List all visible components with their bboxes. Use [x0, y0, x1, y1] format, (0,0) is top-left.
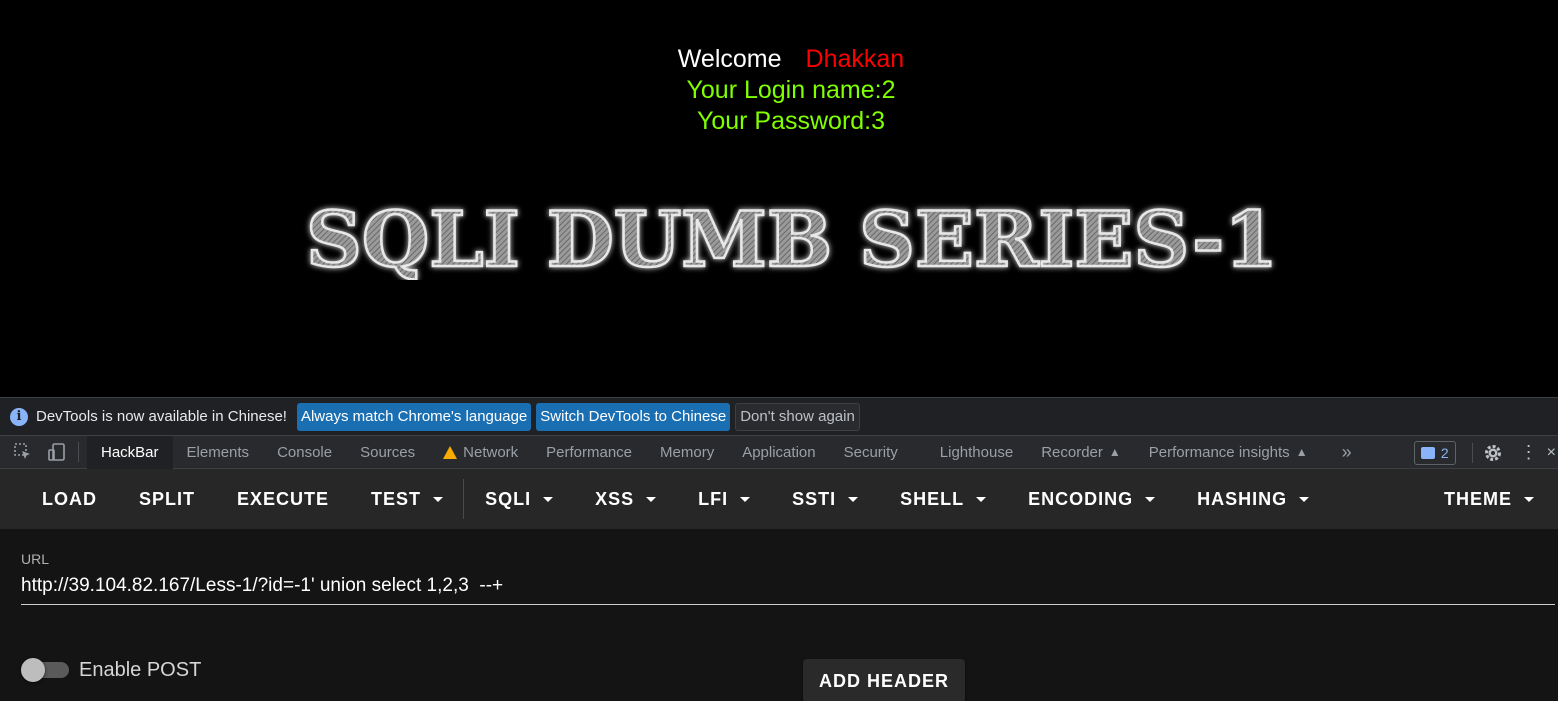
banner-title: SQLI DUMB SERIES-1: [300, 196, 1285, 280]
devtools-tabbar: HackBar Elements Console Sources Network…: [0, 435, 1558, 469]
tabbar-right-controls: 2 ⋮ ×: [1413, 436, 1558, 469]
welcome-label: Welcome: [677, 45, 782, 73]
chevron-down-icon: [740, 496, 751, 502]
add-header-button[interactable]: ADD HEADER: [803, 659, 965, 701]
encoding-menu[interactable]: ENCODING: [1028, 469, 1156, 529]
toggle-knob: [21, 658, 45, 682]
experimental-flask-icon: ▲: [1295, 445, 1308, 459]
more-tabs-chevron-icon[interactable]: »: [1342, 442, 1352, 463]
infobar-message: DevTools is now available in Chinese!: [36, 408, 287, 425]
xss-menu[interactable]: XSS: [595, 469, 657, 529]
enable-post-label: Enable POST: [79, 659, 202, 681]
banner-text: SQLI DUMB SERIES-1: [306, 196, 1278, 280]
welcome-username: Dhakkan: [805, 45, 905, 73]
tab-network[interactable]: Network: [429, 436, 532, 469]
enable-post-toggle[interactable]: [21, 658, 69, 682]
hashing-menu[interactable]: HASHING: [1197, 469, 1310, 529]
chevron-down-icon: [976, 496, 987, 502]
shell-menu[interactable]: SHELL: [900, 469, 987, 529]
chevron-down-icon: [1145, 496, 1156, 502]
ssti-menu[interactable]: SSTI: [792, 469, 859, 529]
switch-devtools-chinese-button[interactable]: Switch DevTools to Chinese: [536, 402, 731, 431]
tab-performance[interactable]: Performance: [532, 436, 646, 469]
chevron-down-icon: [646, 496, 657, 502]
more-options-icon[interactable]: ⋮: [1519, 442, 1539, 463]
password-text: Your Password:3: [696, 107, 886, 135]
url-input[interactable]: [21, 567, 1555, 605]
tab-hackbar[interactable]: HackBar: [87, 435, 173, 469]
url-label: URL: [21, 551, 50, 567]
close-icon[interactable]: ×: [1547, 444, 1556, 462]
chevron-down-icon: [1524, 496, 1534, 502]
tab-sources[interactable]: Sources: [346, 436, 429, 469]
tab-application[interactable]: Application: [728, 436, 829, 469]
issues-counter-button[interactable]: 2: [1413, 440, 1456, 465]
test-menu-label: TEST: [371, 488, 422, 509]
sqli-menu[interactable]: SQLI: [485, 469, 554, 529]
toolbar-divider: [78, 442, 79, 462]
tab-performance-insights-label: Performance insights: [1148, 443, 1290, 461]
test-menu[interactable]: TEST: [371, 469, 444, 529]
tab-memory[interactable]: Memory: [646, 436, 728, 469]
issues-count: 2: [1440, 444, 1449, 461]
lfi-menu-label: LFI: [698, 488, 729, 509]
load-button[interactable]: LOAD: [42, 469, 97, 529]
info-icon: i: [10, 407, 28, 426]
hackbar-menu: LOAD SPLIT EXECUTE TEST SQLI XSS LFI SST…: [0, 469, 1558, 529]
encoding-menu-label: ENCODING: [1028, 488, 1134, 509]
menu-divider: [463, 479, 465, 519]
warning-icon: [443, 445, 458, 459]
inspect-element-icon[interactable]: [12, 441, 34, 463]
lfi-menu[interactable]: LFI: [698, 469, 751, 529]
tab-network-label: Network: [463, 443, 519, 461]
tab-lighthouse[interactable]: Lighthouse: [926, 436, 1027, 469]
execute-button[interactable]: EXECUTE: [237, 469, 329, 529]
split-button[interactable]: SPLIT: [139, 469, 195, 529]
tab-security[interactable]: Security: [830, 436, 912, 469]
xss-menu-label: XSS: [595, 488, 635, 509]
page-viewport: Welcome Dhakkan Your Login name:2 Your Pa…: [0, 0, 1558, 397]
devtools-panel: i DevTools is now available in Chinese! …: [0, 397, 1558, 701]
device-toolbar-icon[interactable]: [46, 441, 68, 463]
chevron-down-icon: [848, 496, 859, 502]
tab-recorder[interactable]: Recorder ▲: [1027, 436, 1135, 469]
always-match-language-button[interactable]: Always match Chrome's language: [296, 402, 532, 431]
tab-console[interactable]: Console: [263, 436, 346, 469]
ssti-menu-label: SSTI: [792, 488, 837, 509]
hashing-menu-label: HASHING: [1197, 488, 1288, 509]
toolbar-divider: [1471, 442, 1473, 463]
dont-show-again-button[interactable]: Don't show again: [735, 402, 860, 431]
theme-menu[interactable]: THEME: [1444, 469, 1534, 529]
shell-menu-label: SHELL: [900, 488, 965, 509]
message-icon: [1420, 446, 1435, 459]
gear-icon[interactable]: [1483, 443, 1503, 463]
tab-performance-insights[interactable]: Performance insights ▲: [1135, 436, 1322, 469]
hackbar-body: URL Enable POST ADD HEADER: [0, 529, 1558, 701]
tab-elements[interactable]: Elements: [173, 436, 264, 469]
tab-recorder-label: Recorder: [1041, 443, 1103, 461]
welcome-line: Welcome Dhakkan: [0, 44, 1558, 75]
theme-menu-label: THEME: [1444, 488, 1512, 509]
banner-graphic: SQLI DUMB SERIES-1: [305, 196, 1280, 280]
experimental-flask-icon: ▲: [1108, 445, 1121, 459]
sqli-menu-label: SQLI: [485, 488, 532, 509]
chevron-down-icon: [543, 496, 554, 502]
devtools-language-infobar: i DevTools is now available in Chinese! …: [0, 397, 1558, 435]
chevron-down-icon: [433, 496, 444, 502]
login-name-text: Your Login name:2: [686, 76, 896, 104]
chevron-down-icon: [1299, 496, 1310, 502]
